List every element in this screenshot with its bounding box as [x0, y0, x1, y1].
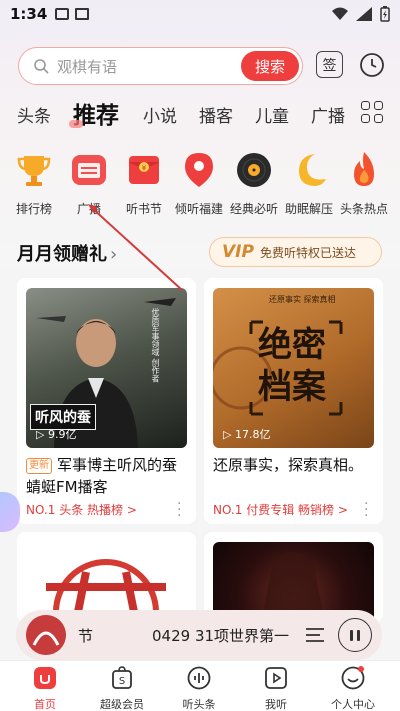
category-hot[interactable]: 头条热点 [338, 150, 390, 217]
cover-tag-1: 优质军事领域 创作者 [151, 308, 160, 383]
battery-icon [380, 6, 390, 22]
bottom-nav: 首页 S 超级会员 听头条 我听 个人中心 [0, 660, 400, 711]
history-clock-icon[interactable] [358, 51, 386, 79]
search-icon [34, 59, 49, 74]
tab-children[interactable]: 儿童 [255, 102, 289, 127]
section-title-text: 月月领赠礼 [17, 244, 107, 265]
album-title-1: 更新 军事博主听风的蚕 蜻蜓FM播客 [26, 454, 191, 498]
svg-text:S: S [119, 676, 125, 687]
search-button[interactable]: 搜索 [241, 51, 299, 81]
rank-label-2[interactable]: NO.1 付费专辑 畅销榜 > [213, 501, 348, 518]
album-title-2: 还原事实，探索真相。 [213, 456, 364, 474]
nav-home-label: 首页 [34, 698, 56, 711]
category-tabs: 头条 推荐 小说 播客 儿童 广播 [0, 96, 400, 130]
playlist-icon[interactable] [304, 624, 326, 646]
category-fujian-label: 倾听福建 [174, 202, 223, 216]
tab-radio[interactable]: 广播 [311, 102, 345, 127]
nav-vip[interactable]: S 超级会员 [87, 666, 157, 711]
flame-icon [354, 152, 374, 186]
nav-headline[interactable]: 听头条 [164, 666, 234, 711]
vinyl-record-icon [237, 153, 271, 187]
category-fujian[interactable]: 倾听福建 [173, 150, 225, 217]
play-count-2: ▷ 17.8亿 [223, 428, 271, 441]
category-sleep[interactable]: 助眠解压 [283, 150, 335, 217]
search-bar[interactable]: 观棋有语 搜索 [18, 47, 303, 85]
player-title: 0429 31项世界第一 [152, 627, 290, 645]
signal-icon [356, 7, 372, 21]
notification-icon [55, 8, 70, 20]
category-classics[interactable]: 经典必听 [228, 150, 280, 217]
album-title-1-line2: 蜻蜓FM播客 [26, 478, 108, 496]
search-placeholder[interactable]: 观棋有语 [57, 56, 117, 77]
red-envelope-icon: ¥ [129, 156, 159, 184]
update-badge: 更新 [26, 458, 52, 474]
tab-podcast[interactable]: 播客 [199, 102, 233, 127]
nav-home[interactable]: 首页 [10, 666, 80, 711]
nav-listen-label: 我听 [265, 698, 287, 711]
category-radio-label: 广播 [76, 202, 101, 216]
tab-recommend[interactable]: 推荐 [69, 96, 119, 130]
home-icon [34, 667, 56, 689]
album-title-1-line1: 军事博主听风的蚕 [57, 456, 178, 474]
cover-tag-2: 还原事实 探索真相 [269, 295, 336, 304]
top-background [0, 0, 400, 270]
audio-wave-icon [187, 666, 211, 690]
nav-profile[interactable]: 个人中心 [318, 666, 388, 711]
category-ranking-label: 排行榜 [15, 202, 52, 216]
category-hot-label: 头条热点 [339, 202, 388, 216]
nav-listen[interactable]: 我听 [241, 666, 311, 711]
player-cover-image [26, 615, 66, 655]
vip-logo: VIP [222, 242, 254, 262]
category-ranking[interactable]: 排行榜 [8, 150, 60, 217]
radio-icon [72, 155, 106, 185]
category-sleep-label: 助眠解压 [284, 202, 333, 216]
trophy-icon [17, 156, 51, 186]
mini-player[interactable]: 节 0429 31项世界第一 [16, 610, 382, 660]
vip-text: 免费听特权已送达 [259, 245, 356, 260]
rank-label-1[interactable]: NO.1 头条 热播榜 > [26, 501, 137, 518]
play-count-1: ▷ 9.9亿 [36, 428, 77, 441]
album-card-2[interactable]: 还原事实 探索真相 绝密 档案 ▷ 17.8亿 还原事实，探索真相。 NO.1 … [204, 278, 383, 524]
status-bar: 1:34 [0, 0, 400, 28]
nav-headline-label: 听头条 [182, 698, 216, 711]
svg-text:¥: ¥ [142, 164, 147, 172]
category-classics-label: 经典必听 [229, 202, 278, 216]
status-time: 1:34 [10, 5, 48, 23]
category-radio[interactable]: 广播 [63, 150, 115, 217]
smiley-icon [341, 666, 365, 690]
nav-vip-label: 超级会员 [100, 698, 144, 711]
album-card-4[interactable] [204, 532, 383, 622]
wifi-icon [332, 7, 348, 20]
all-categories-icon[interactable] [361, 101, 383, 123]
album-cover-2: 还原事实 探索真相 绝密 档案 ▷ 17.8亿 [213, 288, 374, 448]
player-cover [26, 615, 66, 655]
category-book-festival-label: 听书节 [125, 202, 162, 216]
player-title-prefix: 节 [78, 627, 94, 645]
tab-toutiao[interactable]: 头条 [17, 102, 51, 127]
location-pin-icon [185, 153, 213, 187]
sign-in-button[interactable]: 签 [316, 51, 343, 78]
section-title[interactable]: 月月领赠礼 › [17, 240, 117, 266]
cover-title-2b: 档案 [258, 367, 326, 407]
cover-title-2a: 绝密 [258, 325, 326, 365]
moon-icon [299, 154, 326, 186]
chevron-right-icon: › [110, 244, 118, 265]
gallery-icon [75, 8, 90, 20]
album-card-3[interactable] [17, 532, 196, 622]
nav-profile-label: 个人中心 [331, 698, 375, 711]
category-book-festival[interactable]: ¥ 听书节 [118, 150, 170, 217]
album-cover-1: 优质军事领域 创作者 听风的蚕 ▷ 9.9亿 [26, 288, 187, 448]
more-options-icon[interactable]: · · · [364, 497, 369, 523]
play-square-icon [265, 667, 287, 689]
pause-button[interactable] [338, 618, 372, 652]
tab-novel[interactable]: 小说 [143, 102, 177, 127]
ai-assistant-button[interactable] [0, 492, 20, 532]
more-options-icon[interactable]: · · · [177, 497, 182, 523]
album-card-1[interactable]: 优质军事领域 创作者 听风的蚕 ▷ 9.9亿 更新 军事博主听风的蚕 蜻蜓FM播客… [17, 278, 196, 524]
vip-banner[interactable]: VIP 免费听特权已送达 [209, 237, 382, 267]
vip-shopping-bag-icon: S [112, 666, 132, 689]
